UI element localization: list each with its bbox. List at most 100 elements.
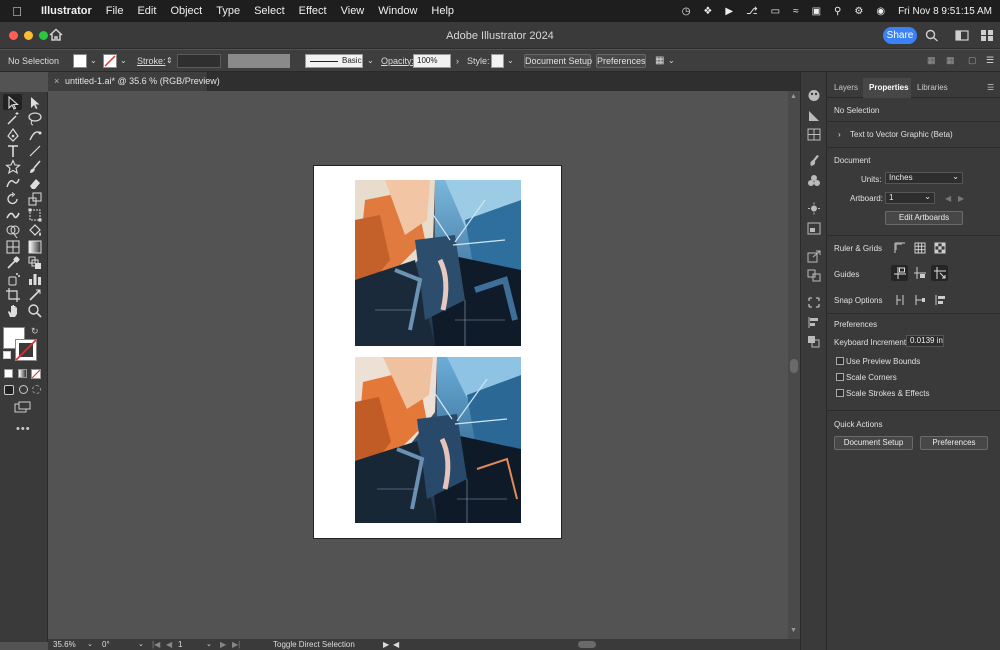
chevron-down-icon[interactable]: ⌄	[367, 56, 374, 65]
zoom-level-field[interactable]: 35.6%	[53, 639, 76, 650]
apple-icon[interactable]: 	[0, 4, 34, 19]
color-palette-icon[interactable]	[807, 89, 821, 102]
artboards-icon[interactable]	[807, 269, 821, 282]
chevron-down-icon[interactable]: ⌄	[87, 639, 93, 650]
column-graph-tool-icon[interactable]	[27, 271, 43, 287]
menu-app-illustrator[interactable]: Illustrator	[34, 5, 99, 17]
show-guides-icon[interactable]	[894, 267, 906, 279]
color-guide-icon[interactable]	[807, 109, 821, 122]
menu-object[interactable]: Object	[163, 5, 209, 17]
arrange-documents-icon[interactable]	[955, 29, 969, 42]
units-dropdown[interactable]: Inches ⌄	[885, 172, 963, 184]
export-icon[interactable]	[807, 250, 821, 263]
menu-select[interactable]: Select	[247, 5, 292, 17]
keyboard-increment-field[interactable]: 0.0139 in	[906, 335, 944, 347]
eyedropper-tool-icon[interactable]	[5, 255, 21, 271]
align-icon[interactable]	[807, 316, 821, 329]
menu-icon[interactable]: ☰	[986, 55, 994, 66]
scrollbar-thumb[interactable]	[790, 359, 798, 373]
snap-to-glyph-icon[interactable]	[934, 294, 946, 306]
graphic-styles-icon[interactable]	[807, 222, 821, 235]
pen-tool-icon[interactable]	[5, 127, 21, 143]
share-button[interactable]: Share	[883, 27, 917, 44]
symbols-icon[interactable]	[807, 174, 821, 187]
selection-tool-icon[interactable]	[5, 95, 21, 111]
paintbrush-tool-icon[interactable]	[27, 159, 43, 175]
lasso-tool-icon[interactable]	[27, 111, 43, 127]
stroke-label[interactable]: Stroke:	[137, 56, 166, 66]
rotate-tool-icon[interactable]	[5, 191, 21, 207]
direct-selection-tool-icon[interactable]	[27, 95, 43, 111]
screen-mode-icon[interactable]	[14, 401, 32, 413]
canvas-vertical-scrollbar[interactable]: ▲ ▼	[788, 91, 800, 639]
shaper-tool-icon[interactable]	[5, 175, 21, 191]
menu-type[interactable]: Type	[209, 5, 247, 17]
document-tab[interactable]: × untitled-1.ai* @ 35.6 % (RGB/Preview)	[48, 72, 220, 91]
menu-window[interactable]: Window	[371, 5, 424, 17]
fill-swatch[interactable]	[73, 54, 87, 68]
snap-to-point-icon[interactable]	[894, 294, 906, 306]
draw-normal-icon[interactable]	[4, 385, 14, 395]
last-artboard-icon[interactable]: ▶|	[232, 639, 240, 650]
eraser-tool-icon[interactable]	[27, 175, 43, 191]
stroke-color-swatch[interactable]	[15, 339, 37, 361]
free-transform-tool-icon[interactable]	[27, 207, 43, 223]
appearance-icon[interactable]	[807, 202, 821, 215]
transparency-grid-icon[interactable]	[934, 242, 946, 254]
transform-icon[interactable]	[807, 296, 821, 309]
tab-properties[interactable]: Properties	[869, 83, 909, 92]
brush-definition-field[interactable]: Basic	[305, 54, 363, 68]
menu-help[interactable]: Help	[424, 5, 461, 17]
none-mode-icon[interactable]	[31, 369, 41, 379]
scale-strokes-effects-checkbox[interactable]	[836, 389, 844, 397]
use-preview-bounds-checkbox[interactable]	[836, 357, 844, 365]
wifi-icon[interactable]: ≈	[793, 6, 799, 17]
draw-behind-icon[interactable]	[19, 385, 28, 394]
variable-width-profile[interactable]	[228, 54, 290, 68]
graphic-style-swatch[interactable]	[491, 54, 504, 68]
panel-menu-icon[interactable]: ☰	[987, 83, 994, 92]
curvature-tool-icon[interactable]	[27, 127, 43, 143]
abstract-painting-image-bottom[interactable]	[355, 357, 521, 523]
control-center-icon[interactable]: ⚙	[854, 6, 863, 17]
symbol-sprayer-tool-icon[interactable]	[5, 271, 21, 287]
smart-guides-icon[interactable]	[934, 267, 946, 279]
slice-tool-icon[interactable]	[27, 287, 43, 303]
chevron-right-icon[interactable]: ›	[456, 56, 459, 66]
chevron-down-icon[interactable]: ⌄	[138, 639, 144, 650]
arrange-icon[interactable]: ▦	[927, 55, 936, 66]
close-icon[interactable]: ×	[54, 72, 59, 91]
search-icon[interactable]: ⚲	[834, 6, 841, 17]
star-tool-icon[interactable]	[5, 159, 21, 175]
zoom-tool-icon[interactable]	[27, 303, 43, 319]
hand-tool-icon[interactable]	[5, 303, 21, 319]
first-artboard-icon[interactable]: |◀	[152, 639, 160, 650]
arrange-icon[interactable]: ▦	[946, 55, 955, 66]
pathfinder-icon[interactable]	[807, 335, 821, 348]
artboard-dropdown[interactable]: 1 ⌄	[885, 192, 935, 204]
mesh-tool-icon[interactable]	[5, 239, 21, 255]
line-segment-tool-icon[interactable]	[27, 143, 43, 159]
play-icon[interactable]: ▶	[725, 6, 733, 17]
quick-action-preferences-button[interactable]: Preferences	[920, 436, 988, 450]
tab-libraries[interactable]: Libraries	[917, 83, 948, 92]
grid-icon[interactable]	[914, 242, 926, 254]
chevron-right-icon[interactable]: ▶	[383, 639, 389, 650]
magic-wand-tool-icon[interactable]	[5, 111, 21, 127]
search-icon[interactable]	[925, 29, 939, 42]
chevron-left-icon[interactable]: ◀	[393, 639, 399, 650]
workspace-switcher-icon[interactable]	[980, 29, 994, 42]
swatches-icon[interactable]	[807, 128, 821, 141]
align-icon[interactable]: ▦	[655, 55, 664, 66]
artboard-tool-icon[interactable]	[5, 287, 21, 303]
screen-mirror-icon[interactable]: ▣	[812, 6, 821, 17]
chevron-down-icon[interactable]: ⌄	[668, 56, 675, 65]
menu-view[interactable]: View	[334, 5, 372, 17]
stroke-swatch[interactable]	[103, 54, 117, 68]
cast-icon[interactable]: ❖	[703, 6, 712, 17]
time-machine-icon[interactable]: ◷	[682, 6, 691, 17]
scale-corners-checkbox[interactable]	[836, 373, 844, 381]
menubar-clock[interactable]: Fri Nov 8 9:51:15 AM	[898, 6, 992, 17]
chevron-up-icon[interactable]: ▲	[790, 93, 797, 100]
previous-artboard-icon[interactable]: ◀	[945, 194, 951, 203]
